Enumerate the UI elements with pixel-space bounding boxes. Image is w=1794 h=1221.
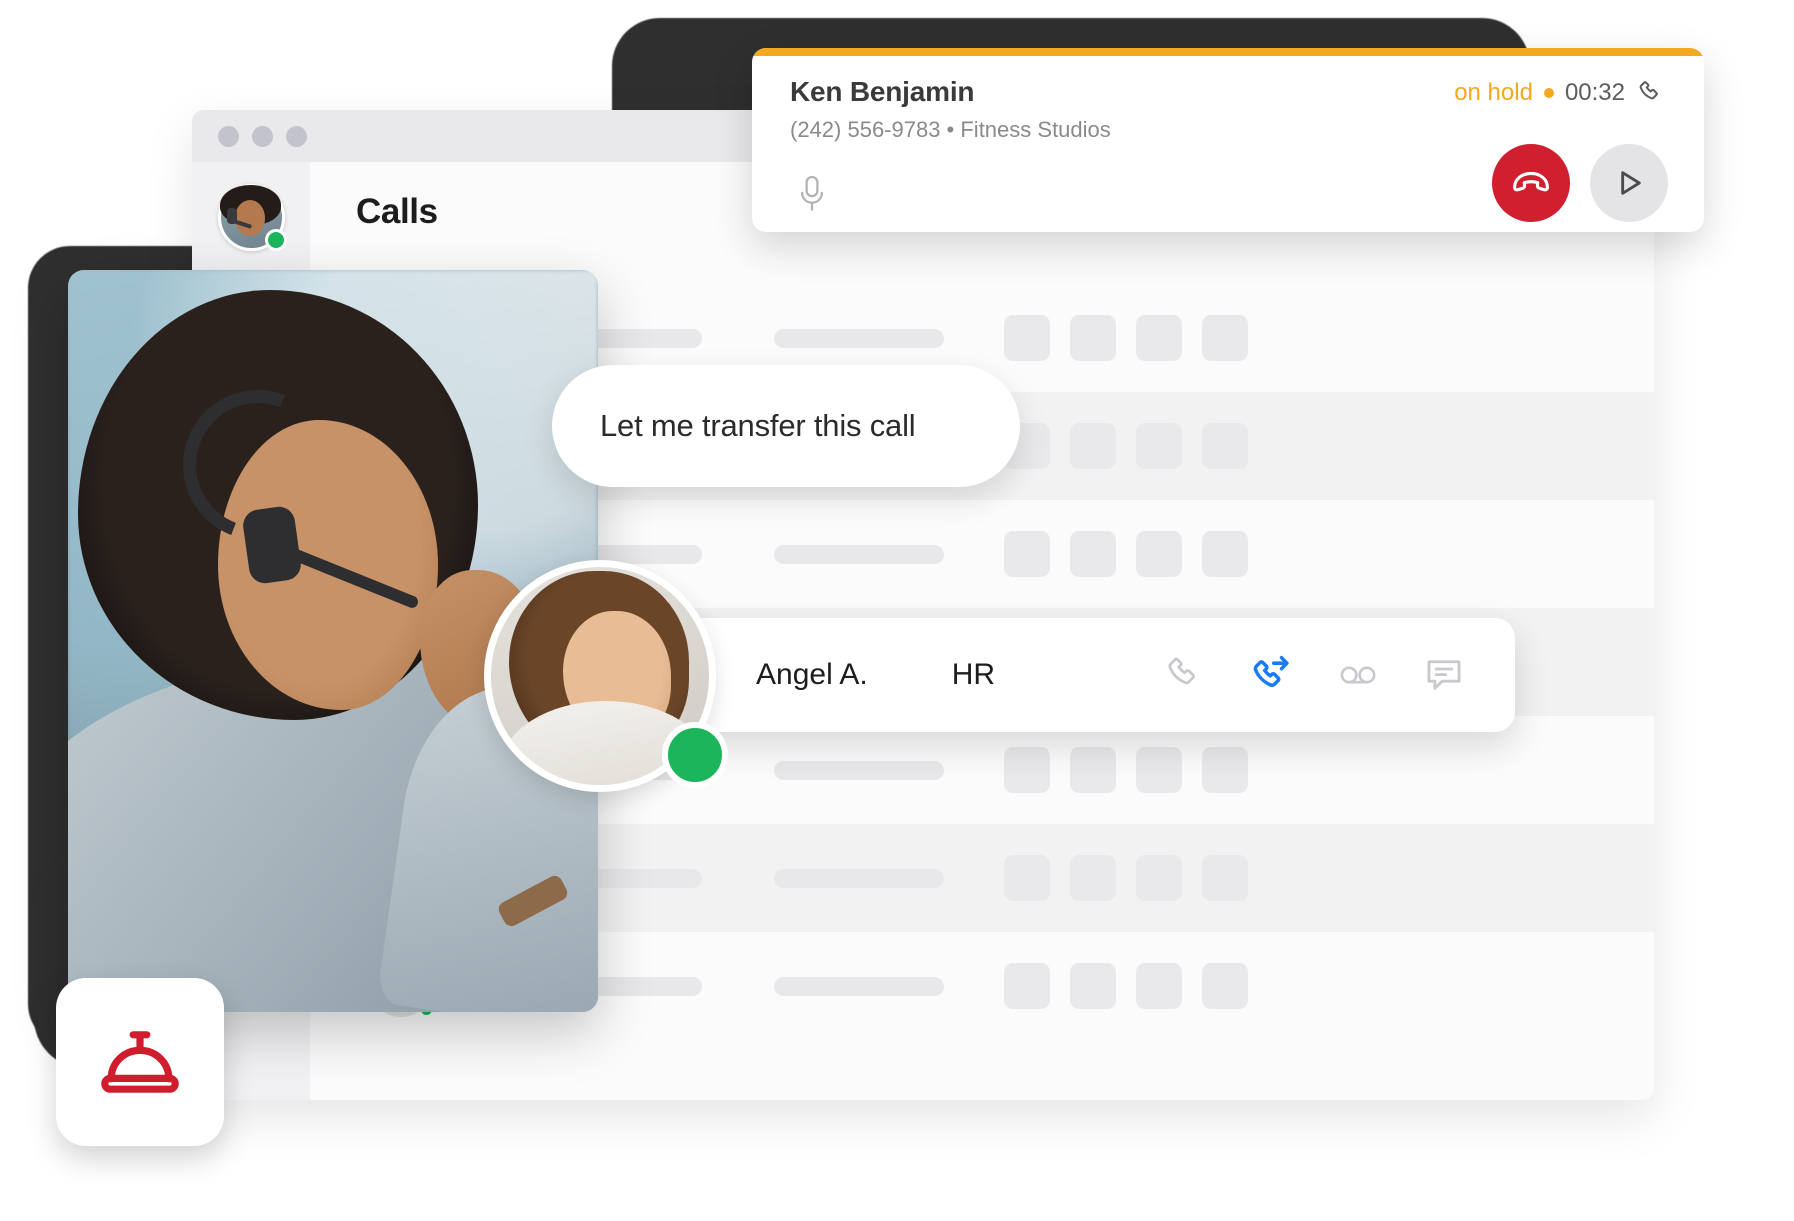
row-action-placeholder[interactable] <box>1070 747 1116 793</box>
window-minimize-button[interactable] <box>252 125 273 147</box>
row-action-placeholder[interactable] <box>1004 963 1050 1009</box>
row-action-placeholder[interactable] <box>1070 423 1116 469</box>
contact-row[interactable]: Angel A. HR <box>660 618 1515 732</box>
call-status: on hold 00:32 <box>1454 78 1666 108</box>
row-action-placeholder[interactable] <box>1070 855 1116 901</box>
call-icon[interactable] <box>1163 653 1207 697</box>
hangup-button[interactable] <box>1492 144 1570 222</box>
call-timer: 00:32 <box>1564 79 1625 106</box>
row-actions-placeholder <box>1004 963 1248 1009</box>
row-action-placeholder[interactable] <box>1136 531 1182 577</box>
row-action-placeholder[interactable] <box>1136 747 1182 793</box>
row-actions-placeholder <box>1004 747 1248 793</box>
row-action-placeholder[interactable] <box>1202 423 1248 469</box>
row-action-placeholder[interactable] <box>1004 531 1050 577</box>
call-status-accent-bar <box>752 48 1704 56</box>
phone-icon <box>1636 78 1666 108</box>
row-action-placeholder[interactable] <box>1136 855 1182 901</box>
service-bell-tile[interactable] <box>56 978 224 1146</box>
status-badge: on hold <box>1454 79 1533 106</box>
row-secondary-placeholder <box>774 328 944 348</box>
row-action-placeholder[interactable] <box>1070 531 1116 577</box>
second-agent-status-badge <box>662 722 728 788</box>
status-separator-dot <box>1543 88 1554 98</box>
row-secondary-placeholder <box>774 544 944 564</box>
row-action-placeholder[interactable] <box>1070 315 1116 361</box>
speech-bubble: Let me transfer this call <box>552 365 1020 487</box>
row-actions-placeholder <box>1004 531 1248 577</box>
active-call-card: Ken Benjamin (242) 556-9783 • Fitness St… <box>752 48 1704 232</box>
contact-department: HR <box>951 658 996 691</box>
resume-call-button[interactable] <box>1590 144 1668 222</box>
row-secondary-placeholder <box>774 760 944 780</box>
row-actions-placeholder <box>1004 423 1248 469</box>
row-action-placeholder[interactable] <box>1136 315 1182 361</box>
voicemail-icon[interactable] <box>1335 652 1381 698</box>
service-bell-icon <box>92 1014 188 1110</box>
speech-bubble-text: Let me transfer this call <box>600 408 916 443</box>
row-actions-placeholder <box>1004 855 1248 901</box>
row-action-placeholder[interactable] <box>1202 963 1248 1009</box>
contact-actions <box>1163 651 1467 699</box>
transfer-call-icon[interactable] <box>1247 651 1295 699</box>
row-action-placeholder[interactable] <box>1202 315 1248 361</box>
window-maximize-button[interactable] <box>286 125 307 147</box>
row-action-placeholder[interactable] <box>1004 747 1050 793</box>
call-actions <box>1492 144 1668 222</box>
window-close-button[interactable] <box>218 125 239 147</box>
avatar-face <box>234 200 265 236</box>
row-secondary-placeholder <box>774 868 944 888</box>
row-secondary-placeholder <box>774 976 944 996</box>
message-icon[interactable] <box>1421 652 1467 698</box>
screenshot-root: Calls Ken Benjamin (242) 556-9783 • Fitn… <box>0 0 1794 1221</box>
row-action-placeholder[interactable] <box>1136 423 1182 469</box>
row-actions-placeholder <box>1004 315 1248 361</box>
avatar[interactable] <box>217 184 287 251</box>
headset-earcup <box>241 504 303 586</box>
row-action-placeholder[interactable] <box>1004 855 1050 901</box>
microphone-icon[interactable] <box>790 172 834 216</box>
row-action-placeholder[interactable] <box>1202 531 1248 577</box>
caller-meta: (242) 556-9783 • Fitness Studios <box>790 117 1111 142</box>
row-action-placeholder[interactable] <box>1202 855 1248 901</box>
contact-name: Angel A. <box>756 658 868 691</box>
row-action-placeholder[interactable] <box>1004 315 1050 361</box>
row-action-placeholder[interactable] <box>1202 747 1248 793</box>
row-action-placeholder[interactable] <box>1136 963 1182 1009</box>
row-action-placeholder[interactable] <box>1070 963 1116 1009</box>
call-card-body: Ken Benjamin (242) 556-9783 • Fitness St… <box>752 56 1704 232</box>
status-badge <box>264 229 287 251</box>
